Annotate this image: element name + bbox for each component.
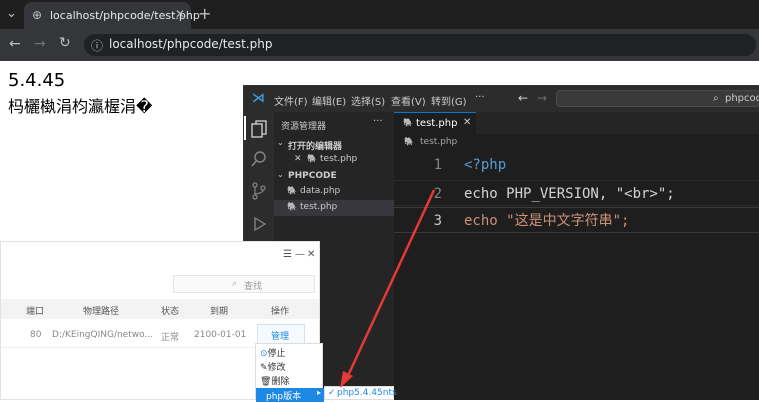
port-cell: 80	[30, 330, 42, 340]
search-icon[interactable]	[251, 151, 267, 167]
breadcrumb: 🐘 test.php	[394, 134, 759, 150]
address-bar[interactable]: ⓘ localhost/phpcode/test.php	[84, 34, 756, 56]
chevron-down-icon[interactable]: ⌄	[277, 138, 284, 147]
trash-icon: 🗑	[260, 377, 272, 387]
check-icon: ✓	[328, 388, 336, 398]
code-line-current[interactable]: 3 echo "这是中文字符串";	[394, 207, 759, 233]
vscode-logo-icon: ⋊	[252, 91, 265, 106]
menu-icon[interactable]: ☰	[283, 249, 292, 260]
close-icon[interactable]: ✕	[307, 249, 315, 260]
column-header: 操作	[271, 307, 290, 317]
vscode-title-bar: ⋊ 文件(F) 编辑(E) 选择(S) 查看(V) 转到(G) ··· ← → …	[244, 86, 759, 112]
browser-tab[interactable]: ⊕ localhost/phpcode/test.php ✕	[24, 2, 200, 29]
menu-edit[interactable]: 编辑(E)	[312, 93, 346, 108]
open-editor-filename: test.php	[320, 154, 358, 164]
chevron-right-icon: ▸	[317, 388, 322, 397]
file-name: data.php	[300, 186, 341, 196]
explorer-icon[interactable]	[251, 120, 267, 138]
code-text: <?php	[464, 157, 507, 173]
code-line[interactable]: 1 <?php	[394, 152, 759, 178]
editor-tabs: 🐘 test.php ✕	[394, 112, 759, 134]
command-center-search[interactable]: ⌕ phpcode	[556, 90, 759, 107]
menu-go[interactable]: 转到(G)	[431, 93, 467, 108]
search-placeholder: 查找	[244, 282, 263, 292]
active-indicator	[244, 116, 246, 140]
menu-view[interactable]: 查看(V)	[391, 93, 426, 108]
search-input[interactable]: ⌕ 查找	[173, 275, 315, 293]
code-line[interactable]: 2 echo PHP_VERSION, "<br>";	[394, 180, 759, 206]
code-text: echo "这是中文字符串";	[464, 213, 630, 229]
open-editors-header[interactable]: 打开的编辑器	[288, 139, 342, 152]
back-icon[interactable]: ←	[9, 36, 21, 52]
open-editor-item[interactable]: ✕ 🐘 test.php	[274, 152, 394, 168]
php-version-submenu[interactable]: ✓ php5.4.45nts	[324, 386, 397, 400]
menu-item-delete[interactable]: 🗑删除	[260, 374, 289, 387]
editor-tab-label: test.php	[416, 118, 458, 129]
tab-close-icon[interactable]: ✕	[463, 117, 471, 128]
php-file-icon: 🐘	[287, 186, 297, 195]
tab-close-icon[interactable]: ✕	[175, 7, 185, 21]
expiry-cell: 2100-01-01	[194, 330, 247, 340]
tab-list-icon[interactable]: ⌄	[6, 6, 17, 21]
menu-item-edit[interactable]: ✎修改	[260, 360, 286, 373]
php-file-icon: 🐘	[403, 118, 413, 127]
source-control-icon[interactable]	[251, 182, 267, 200]
file-name: test.php	[300, 202, 338, 212]
search-icon: ⌕	[713, 93, 719, 104]
path-cell: D:/KEingQING/netwo...	[52, 330, 154, 340]
php-version-option: php5.4.45nts	[337, 388, 397, 398]
globe-icon: ⊕	[32, 8, 43, 22]
nav-back-icon[interactable]: ←	[518, 91, 528, 105]
file-item-data[interactable]: 🐘 data.php	[274, 184, 394, 200]
column-header: 到期	[210, 307, 229, 317]
file-item-test[interactable]: 🐘 test.php	[274, 200, 394, 216]
search-icon: ⌕	[232, 279, 238, 289]
php-file-icon: 🐘	[307, 154, 317, 163]
editor-area: 🐘 test.php ✕ 🐘 test.php 1 <?php 2 echo P…	[394, 112, 759, 400]
edit-icon: ✎	[260, 363, 268, 373]
column-header: 端口	[26, 307, 45, 317]
column-header: 状态	[161, 307, 180, 317]
folder-header[interactable]: PHPCODE	[288, 171, 337, 181]
php-version-output: 5.4.45	[8, 70, 66, 91]
stop-icon: ⊙	[260, 349, 268, 359]
command-center-text: phpcode	[725, 93, 759, 104]
line-number: 1	[433, 157, 442, 173]
chevron-down-icon[interactable]: ⌄	[277, 170, 284, 179]
menu-more[interactable]: ···	[475, 92, 485, 103]
php-file-icon: 🐘	[287, 202, 297, 211]
code-text: echo PHP_VERSION, "<br>";	[464, 186, 675, 202]
nav-forward-icon[interactable]: →	[537, 91, 547, 105]
editor-tab[interactable]: 🐘 test.php ✕	[394, 112, 476, 134]
manage-button[interactable]: 管理	[257, 324, 305, 344]
php-file-icon: 🐘	[404, 137, 414, 146]
more-actions-icon[interactable]: ···	[373, 116, 383, 127]
column-header: 物理路径	[83, 307, 120, 317]
url-text: localhost/phpcode/test.php	[109, 37, 273, 51]
reload-icon[interactable]: ↻	[59, 35, 71, 51]
new-tab-icon[interactable]: +	[198, 4, 211, 23]
forward-icon[interactable]: →	[34, 36, 46, 52]
menu-item-stop[interactable]: ⊙停止	[260, 346, 286, 359]
menu-selection[interactable]: 选择(S)	[351, 93, 385, 108]
explorer-title: 资源管理器	[281, 122, 327, 132]
minimize-icon[interactable]: —	[295, 249, 305, 260]
context-menu: ⊙停止 ✎修改 🗑删除 php版本 ▸	[255, 343, 324, 402]
run-debug-icon[interactable]	[251, 216, 267, 232]
menu-file[interactable]: 文件(F)	[274, 93, 308, 108]
line-number: 2	[433, 186, 442, 202]
breadcrumb-file[interactable]: test.php	[420, 137, 457, 147]
browser-tab-bar: ⌄ ⊕ localhost/phpcode/test.php ✕ +	[0, 0, 759, 29]
close-icon[interactable]: ✕	[294, 154, 302, 164]
line-number: 3	[433, 213, 442, 229]
status-cell: 正常	[161, 333, 180, 343]
garbled-chinese-output: 杩欐槸涓枃瀛楃涓�	[8, 97, 153, 116]
php-version-label: php版本	[266, 392, 302, 402]
site-info-icon[interactable]: ⓘ	[91, 37, 103, 54]
manage-button-label: 管理	[271, 332, 290, 342]
